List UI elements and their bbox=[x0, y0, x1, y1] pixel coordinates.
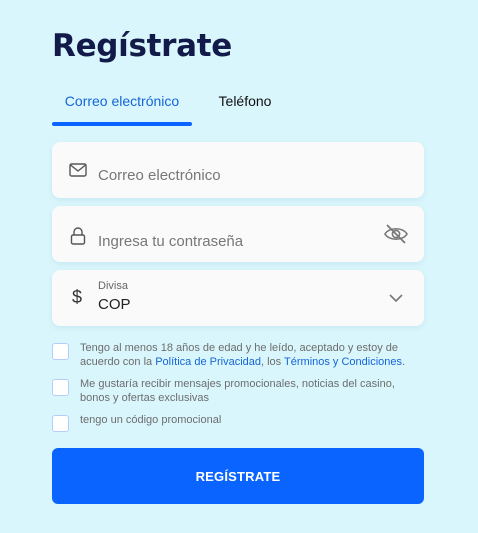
currency-value: COP bbox=[98, 296, 131, 313]
terms-row: Tengo al menos 18 años de edad y he leíd… bbox=[52, 341, 424, 369]
dollar-icon: $ bbox=[72, 287, 83, 307]
privacy-policy-link[interactable]: Política de Privacidad bbox=[155, 356, 261, 368]
register-button[interactable]: REGÍSTRATE bbox=[52, 448, 424, 504]
password-placeholder: Ingresa tu contraseña bbox=[98, 233, 244, 250]
signup-method-tabs: Correo electrónico Teléfono bbox=[52, 88, 424, 128]
password-field[interactable]: Ingresa tu contraseña bbox=[52, 206, 424, 262]
chevron-down-icon[interactable] bbox=[382, 284, 410, 312]
promo-code-checkbox[interactable] bbox=[52, 415, 69, 432]
email-field[interactable]: Correo electrónico bbox=[52, 142, 424, 198]
page-title: Regístrate bbox=[52, 28, 233, 64]
mail-icon bbox=[68, 160, 88, 180]
terms-checkbox[interactable] bbox=[52, 343, 69, 360]
promos-row: Me gustaría recibir mensajes promocional… bbox=[52, 377, 424, 405]
lock-icon bbox=[68, 226, 88, 246]
currency-label: Divisa bbox=[98, 280, 128, 292]
promos-checkbox[interactable] bbox=[52, 379, 69, 396]
eye-off-icon[interactable] bbox=[382, 220, 410, 248]
email-placeholder: Correo electrónico bbox=[98, 167, 221, 184]
terms-conditions-link[interactable]: Términos y Condiciones bbox=[284, 356, 402, 368]
tab-phone[interactable]: Teléfono bbox=[210, 88, 280, 126]
terms-text: Tengo al menos 18 años de edad y he leíd… bbox=[80, 342, 406, 368]
promo-code-row: tengo un código promocional bbox=[52, 413, 221, 432]
currency-select[interactable]: $ Divisa COP bbox=[52, 270, 424, 326]
promos-text: Me gustaría recibir mensajes promocional… bbox=[80, 378, 395, 404]
promo-code-text: tengo un código promocional bbox=[80, 414, 222, 426]
tab-email[interactable]: Correo electrónico bbox=[52, 88, 192, 126]
